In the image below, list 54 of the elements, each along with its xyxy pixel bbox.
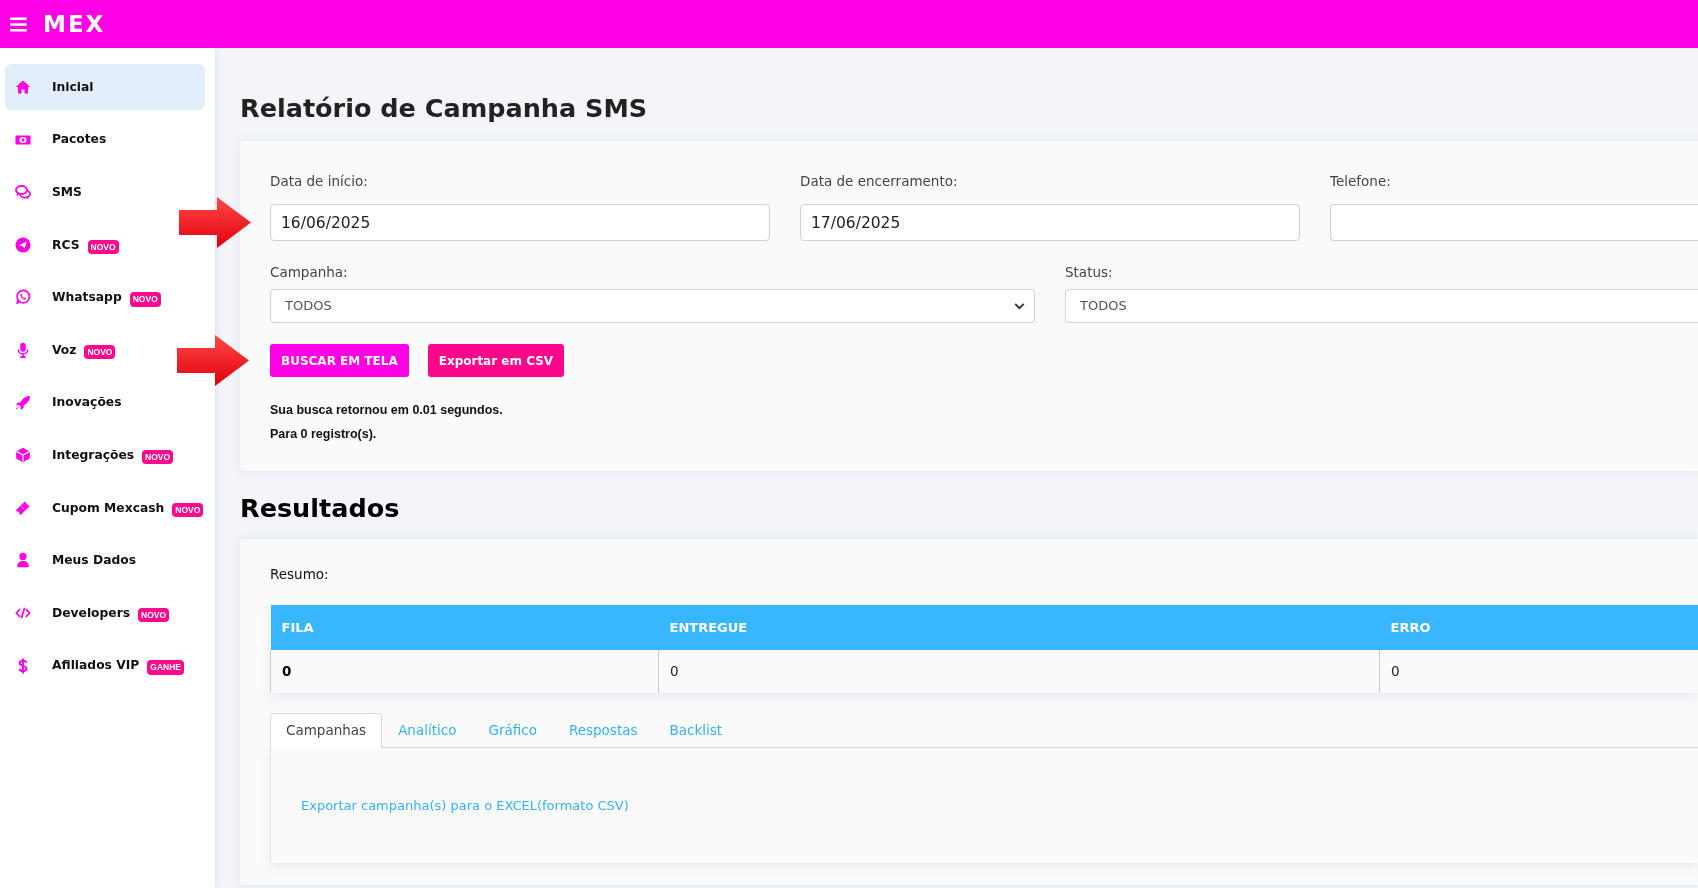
field-label: Campanha: xyxy=(270,263,349,282)
cube-icon xyxy=(15,447,31,464)
phone-bubble-icon xyxy=(15,289,31,306)
page-title: Relatório de Campanha SMS xyxy=(240,93,649,124)
promo-badge: NOVO xyxy=(172,502,204,517)
sidebar-item[interactable]: Pacotes xyxy=(5,116,115,163)
sidebar-item[interactable]: Developers NOVO xyxy=(5,589,178,636)
paper-plane-icon xyxy=(15,236,31,253)
field-label: Data de encerramento: xyxy=(800,172,959,191)
microphone-icon xyxy=(15,341,31,358)
promo-badge: NOVO xyxy=(84,344,116,360)
promo-badge: NOVO xyxy=(142,449,174,465)
rocket-icon xyxy=(15,394,31,411)
table-cell: 0 xyxy=(658,650,1380,693)
status-select[interactable]: TODOS xyxy=(1065,289,1698,323)
promo-badge: NOVO xyxy=(87,239,119,255)
sidebar-item[interactable]: Whatsapp NOVO xyxy=(5,274,169,321)
sidebar-item[interactable]: Inovações xyxy=(5,379,130,426)
start-date-field[interactable]: 16/06/2025 xyxy=(270,204,770,241)
sidebar-item[interactable]: Inicial xyxy=(5,64,205,110)
search-result-text: Sua busca retornou em 0.01 segundos. xyxy=(270,402,504,419)
sidebar-item[interactable]: Voz NOVO xyxy=(5,326,124,373)
home-icon xyxy=(15,79,31,95)
field-label: Status: xyxy=(1065,263,1114,282)
sidebar-item[interactable]: Afiliados VIP GANHE xyxy=(5,642,193,689)
export-csv-button[interactable]: Exportar em CSV xyxy=(427,344,565,377)
table-cell: 0 xyxy=(1379,650,1698,693)
summary-label: Resumo: xyxy=(270,565,330,584)
end-date-field[interactable]: 17/06/2025 xyxy=(800,204,1300,241)
field-label: Telefone: xyxy=(1330,172,1392,191)
menu-icon xyxy=(10,16,27,32)
phone-field[interactable] xyxy=(1330,204,1698,241)
promo-badge: GANHE xyxy=(147,660,185,675)
promo-badge: NOVO xyxy=(129,292,161,307)
menu-button[interactable] xyxy=(10,16,27,32)
ticket-icon xyxy=(15,499,31,516)
campaign-select[interactable]: TODOS xyxy=(270,289,1035,323)
promo-badge: NOVO xyxy=(138,607,170,623)
sidebar-item[interactable]: SMS xyxy=(5,169,90,216)
column-header: ENTREGUE xyxy=(658,605,1380,650)
chevron-down-icon xyxy=(1014,301,1025,311)
table-cell: 0 xyxy=(270,650,659,693)
chat-bubbles-icon xyxy=(15,184,31,201)
section-title: Resultados xyxy=(240,492,401,524)
sidebar-item[interactable]: Cupom Mexcash NOVO xyxy=(5,484,212,531)
column-header: FILA xyxy=(270,605,659,650)
field-label: Data de início: xyxy=(270,172,369,191)
tab[interactable]: Campanhas xyxy=(270,713,383,748)
sidebar-item[interactable]: Integrações NOVO xyxy=(5,432,182,479)
sidebar-item[interactable]: RCS NOVO xyxy=(5,221,127,268)
search-result-text: Para 0 registro(s). xyxy=(270,426,378,443)
sidebar-item[interactable]: Meus Dados xyxy=(5,537,144,584)
column-header: ERRO xyxy=(1379,605,1698,650)
user-icon xyxy=(15,552,31,569)
